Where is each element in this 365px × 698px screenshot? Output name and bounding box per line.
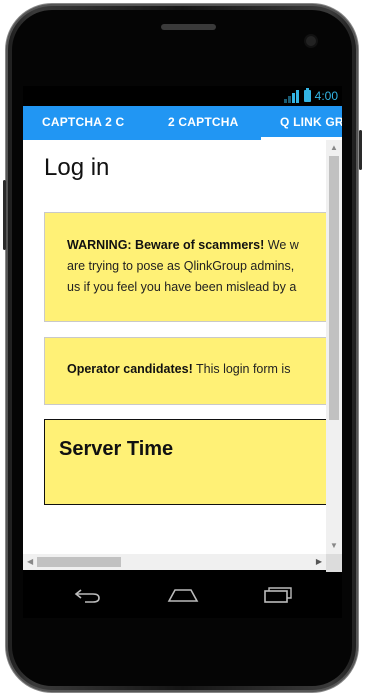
- volume-button[interactable]: [3, 180, 6, 250]
- back-icon: [74, 589, 100, 603]
- tab-bar: CAPTCHA 2 C 2 CAPTCHA Q LINK GR: [23, 106, 342, 140]
- power-button[interactable]: [359, 130, 362, 170]
- recent-apps-icon: [264, 587, 292, 603]
- scroll-left-icon[interactable]: ◀: [27, 558, 33, 566]
- scroll-down-icon[interactable]: ▼: [330, 542, 338, 550]
- vertical-scrollbar[interactable]: ▲ ▼: [326, 140, 342, 554]
- tab-q-link-group[interactable]: Q LINK GR: [261, 106, 342, 140]
- vertical-scroll-thumb[interactable]: [329, 156, 339, 420]
- operator-heading: Operator candidates!: [67, 362, 193, 376]
- horizontal-scrollbar[interactable]: ◀ ▶: [23, 554, 326, 570]
- warning-line1: We w: [264, 238, 299, 252]
- warning-line2: are trying to pose as QlinkGroup admins,: [67, 259, 295, 273]
- page-content: Log in WARNING: Beware of scammers! We w…: [23, 140, 342, 554]
- warning-heading: WARNING: Beware of scammers!: [67, 238, 265, 252]
- status-time: 4:00: [314, 89, 338, 103]
- tab-2-captcha[interactable]: 2 CAPTCHA: [168, 106, 238, 140]
- device-screen: 4:00 CAPTCHA 2 C 2 CAPTCHA Q LINK GR Log…: [23, 86, 342, 572]
- battery-icon: [303, 88, 311, 102]
- warning-line3: us if you feel you have been mislead by …: [67, 280, 297, 294]
- recent-apps-button[interactable]: [257, 580, 297, 610]
- signal-icon: [283, 89, 300, 103]
- earpiece-speaker: [161, 24, 216, 30]
- operator-line: This login form is: [192, 362, 291, 376]
- scroll-right-icon[interactable]: ▶: [316, 558, 322, 566]
- front-camera: [306, 36, 316, 46]
- tab-captcha-2-c[interactable]: CAPTCHA 2 C: [42, 106, 124, 140]
- server-time-title: Server Time: [59, 438, 174, 460]
- warning-box: WARNING: Beware of scammers! We w are tr…: [44, 212, 342, 322]
- warning-text: WARNING: Beware of scammers! We w are tr…: [67, 235, 299, 298]
- horizontal-scroll-thumb[interactable]: [37, 557, 121, 567]
- scroll-up-icon[interactable]: ▲: [330, 144, 338, 152]
- home-button[interactable]: [163, 580, 203, 610]
- tab-q-link-group-label: Q LINK GR: [280, 115, 342, 129]
- back-button[interactable]: [68, 580, 108, 610]
- page-title: Log in: [44, 154, 110, 181]
- scrollbar-corner: [326, 554, 342, 572]
- status-bar: 4:00: [23, 86, 342, 106]
- operator-text: Operator candidates! This login form is: [67, 359, 290, 380]
- home-icon: [167, 589, 199, 602]
- server-time-box: Server Time: [44, 419, 342, 505]
- operator-box: Operator candidates! This login form is: [44, 337, 342, 405]
- navigation-bar: [23, 572, 342, 618]
